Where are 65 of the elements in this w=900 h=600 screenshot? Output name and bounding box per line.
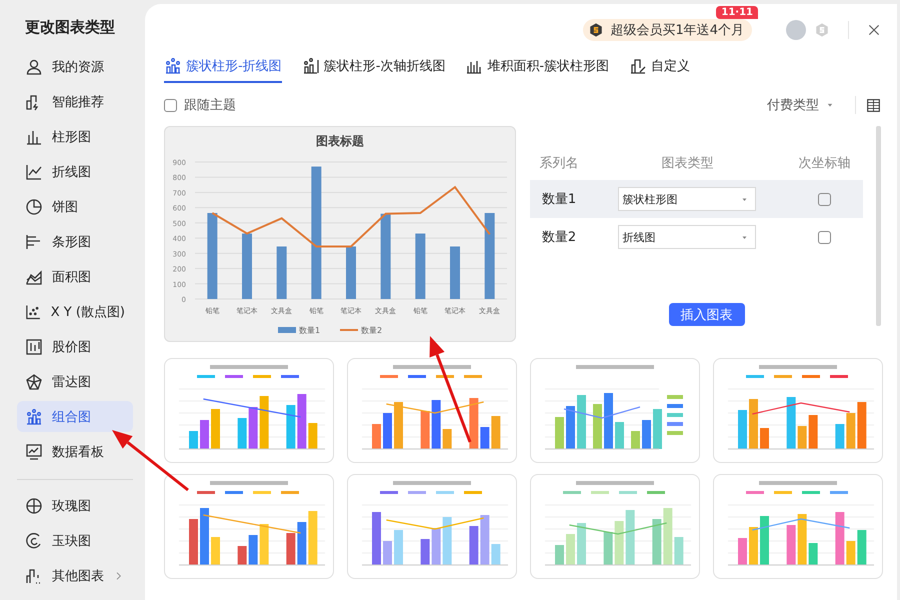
person-icon	[25, 58, 43, 76]
chart-type-select[interactable]: 簇状柱形图	[618, 187, 756, 211]
secondary-axis-checkbox[interactable]	[818, 192, 832, 206]
promo-text: 超级会员买1年送4个月	[610, 22, 744, 39]
sidebar-item[interactable]: 数据看板	[17, 436, 133, 467]
scatter-chart-icon	[25, 302, 42, 320]
chart-type-select[interactable]: 折线图	[618, 225, 756, 249]
sidebar-item[interactable]: 折线图	[17, 156, 133, 187]
chart-tab[interactable]: 簇状柱形-次轴折线图	[302, 56, 446, 83]
column-header: 次坐标轴	[786, 146, 863, 180]
s-badge-icon	[588, 22, 604, 38]
line-chart-icon	[25, 162, 43, 180]
chart-bar	[415, 234, 426, 299]
chart-tab[interactable]: 自定义	[629, 56, 690, 83]
stock-chart-icon	[25, 338, 43, 356]
sidebar-item[interactable]: 我的资源	[17, 51, 133, 82]
sidebar-item[interactable]: 组合图	[17, 401, 133, 432]
promo-badge: 11·11	[716, 6, 758, 19]
grid-view-icon[interactable]	[866, 98, 881, 112]
series-name: 数量1	[530, 180, 588, 218]
horizontal-bar-icon	[25, 232, 43, 250]
legend-label: 数量1	[299, 326, 320, 335]
column-header: 系列名	[530, 146, 588, 180]
chart-title: 图表标题	[316, 134, 364, 148]
chart-bar	[242, 234, 252, 299]
sidebar-item[interactable]: X Y (散点图)	[17, 296, 133, 327]
chart-icon	[629, 57, 648, 75]
series-name: 数量2	[530, 218, 588, 256]
sidebar-item[interactable]: 柱形图	[17, 121, 133, 152]
sidebar-item[interactable]: 玉玦图	[17, 525, 133, 556]
follow-theme-checkbox[interactable]	[164, 98, 177, 112]
insert-chart-button[interactable]: 插入图表	[668, 303, 744, 326]
close-icon[interactable]	[867, 23, 881, 37]
promo-banner[interactable]: 超级会员买1年送4个月	[583, 19, 752, 41]
pie-chart-icon	[25, 198, 43, 216]
rose-chart-icon	[25, 496, 43, 514]
sidebar-item[interactable]: 智能推荐	[17, 86, 133, 117]
checkbox-label: 跟随主题	[184, 97, 236, 114]
chart-icon	[164, 57, 182, 75]
chart-tab[interactable]: 堆积面积-簇状柱形图	[465, 56, 610, 83]
legend-swatch	[278, 327, 296, 333]
chart-bar	[346, 246, 356, 299]
chart-bar	[450, 246, 460, 299]
dashboard-icon	[25, 442, 43, 460]
chart-dots-icon	[25, 566, 43, 584]
paid-type-dropdown[interactable]: 付费类型	[767, 96, 835, 114]
ring-chart-icon	[25, 532, 43, 550]
dialog-title: 更改图表类型	[25, 18, 116, 37]
s-badge-icon	[814, 22, 830, 38]
legend-label: 数量2	[361, 326, 382, 335]
chart-tab[interactable]: 簇状柱形-折线图	[164, 56, 282, 83]
sidebar-item[interactable]: 其他图表	[17, 560, 133, 591]
secondary-axis-checkbox[interactable]	[818, 230, 832, 244]
column-header: 图表类型	[588, 146, 786, 180]
sidebar-item[interactable]: 玫瑰图	[17, 490, 133, 521]
sidebar-item[interactable]: 面积图	[17, 261, 133, 292]
sidebar-item[interactable]: 条形图	[17, 226, 133, 257]
sidebar-item[interactable]: 饼图	[17, 191, 133, 222]
chart-icon	[302, 57, 320, 75]
combo-chart-icon	[25, 408, 43, 426]
chart-bar	[276, 246, 287, 299]
scrollbar[interactable]	[876, 126, 881, 326]
radar-chart-icon	[25, 372, 43, 390]
sidebar-item[interactable]: 股价图	[17, 331, 133, 362]
sidebar-item[interactable]: 雷达图	[17, 366, 133, 397]
